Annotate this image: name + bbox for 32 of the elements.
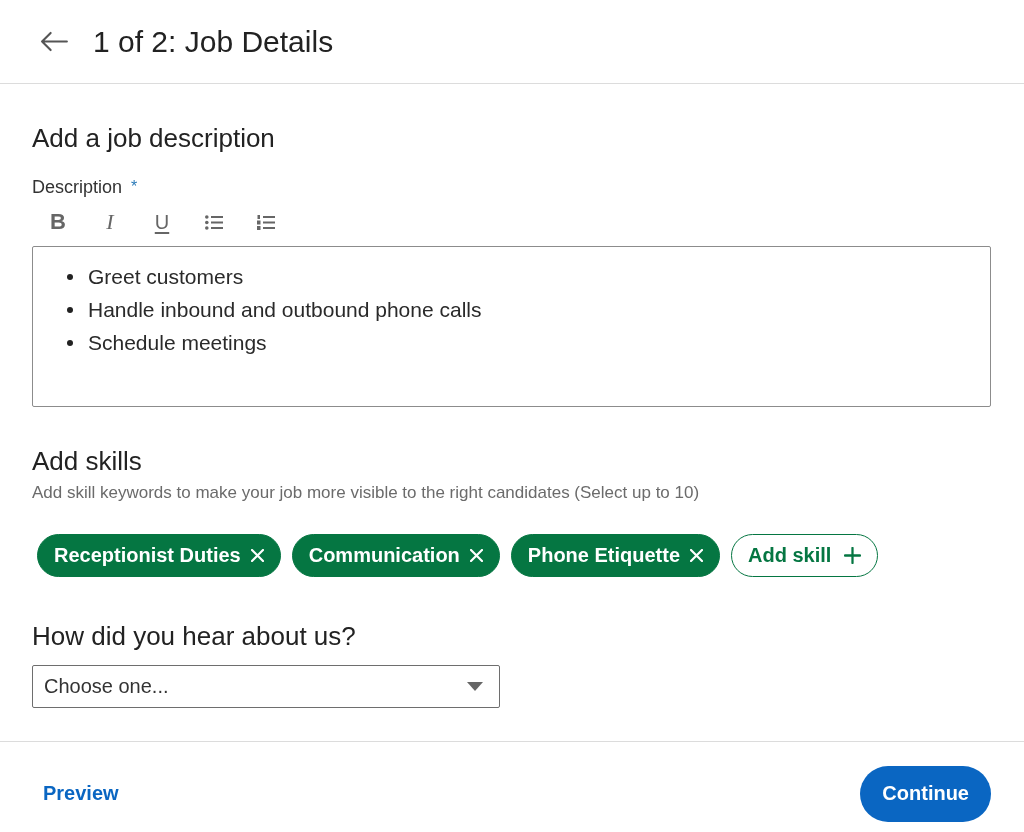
- underline-button[interactable]: U: [144, 207, 180, 237]
- add-skill-button[interactable]: Add skill: [731, 534, 879, 577]
- continue-button[interactable]: Continue: [860, 765, 991, 822]
- section-heading: Add a job description: [32, 123, 275, 153]
- page-title: 1 of 2: Job Details: [93, 23, 334, 60]
- question-heading: How did you hear about us?: [32, 621, 356, 651]
- skill-chip[interactable]: Receptionist Duties: [37, 534, 281, 577]
- caret-icon: [467, 682, 483, 691]
- plus-icon: [844, 547, 862, 564]
- list-item-text: Schedule meetings: [88, 330, 267, 356]
- close-icon[interactable]: [250, 549, 264, 562]
- required-mark: *: [131, 177, 138, 197]
- preview-link[interactable]: Preview: [43, 782, 119, 805]
- skill-chip[interactable]: Phone Etiquette: [510, 534, 721, 577]
- bullet-icon: [67, 273, 73, 280]
- bullet-icon: [67, 306, 73, 313]
- close-icon[interactable]: [469, 549, 483, 562]
- numbered-list-icon[interactable]: [257, 214, 275, 230]
- close-icon[interactable]: [690, 549, 704, 562]
- skills-hint: Add skill keywords to make your job more visible to the right candidates (Select up to 10): [32, 483, 700, 503]
- italic-button[interactable]: I: [92, 207, 128, 237]
- list-item-text: Handle inbound and outbound phone calls: [88, 297, 482, 323]
- bullet-icon: [67, 339, 73, 346]
- bold-button[interactable]: B: [40, 207, 76, 237]
- field-label: Description: [32, 177, 123, 197]
- referral-select[interactable]: Choose one...: [32, 665, 500, 708]
- skill-chip[interactable]: Communication: [291, 534, 500, 577]
- bulleted-list-icon[interactable]: [205, 214, 223, 230]
- back-arrow-icon[interactable]: [39, 31, 68, 52]
- section-heading: Add skills: [32, 446, 142, 476]
- list-item-text: Greet customers: [88, 264, 244, 290]
- description-editor[interactable]: Greet customers Handle inbound and outbound phone calls Schedule meetings: [32, 246, 991, 407]
